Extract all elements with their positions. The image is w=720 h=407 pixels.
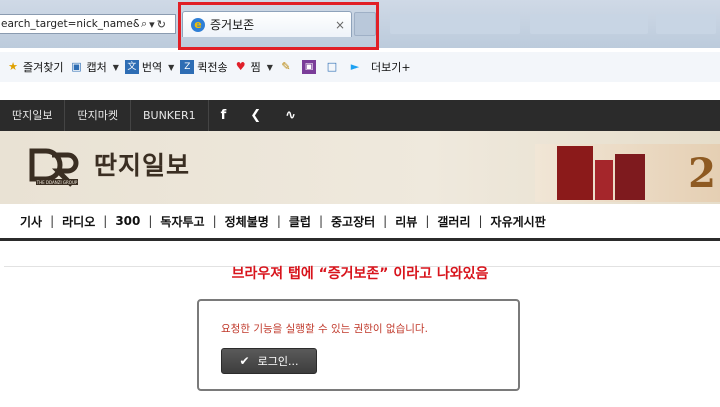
nav-radio[interactable]: 라디오 — [54, 213, 103, 230]
login-label: 로그인... — [257, 355, 299, 368]
quicksend-item[interactable]: Z 퀵전송 — [180, 59, 228, 75]
chevron-down-icon[interactable]: ▼ — [168, 63, 174, 72]
window-item[interactable]: □ — [325, 60, 342, 74]
nav-articles[interactable]: 기사 — [12, 213, 50, 230]
main-nav: 기사 | 라디오 | 300 | 독자투고 | 정체불명 | 클럽 | 중고장터 | 리뷰 | … — [0, 204, 720, 241]
rss-icon[interactable]: ∿ — [273, 100, 308, 131]
favorites-bar: ★ 즐겨찾기 ▣ 캡처 ▼ 文 번역 ▼ Z 퀵전송 ♥ 찜 ▼ ✎ ▣ □ ►… — [0, 52, 720, 83]
topnav-bunker1[interactable]: BUNKER1 — [131, 100, 209, 131]
search-icon[interactable]: ⌕ — [141, 17, 147, 31]
wishlist-item[interactable]: ♥ 찜 ▼ — [234, 59, 273, 75]
heart-icon: ♥ — [235, 60, 246, 73]
capture-icon: ▣ — [71, 60, 82, 73]
star-icon: ★ — [8, 60, 18, 73]
nav-review[interactable]: 리뷰 — [387, 213, 425, 230]
nav-free-board[interactable]: 자유게시판 — [483, 213, 554, 230]
chevron-down-icon[interactable]: ▼ — [267, 63, 273, 72]
topnav-ddanzi[interactable]: 딴지일보 — [0, 100, 66, 131]
logo-icon[interactable]: THE DDANZI GROUP — [28, 145, 86, 189]
favorites-label: 즐겨찾기 — [23, 61, 64, 74]
nav-unknown[interactable]: 정체불명 — [217, 213, 277, 230]
ad-text-glyph: 2 — [688, 150, 716, 197]
twitter-icon[interactable]: ❮ — [238, 100, 273, 131]
twitter-item[interactable]: ► — [348, 60, 365, 74]
site-top-nav: 딴지일보 딴지마켓 BUNKER1 f ❮ ∿ — [0, 100, 720, 131]
broom-icon: ✎ — [281, 60, 291, 73]
tab-background-2[interactable] — [530, 14, 648, 34]
translate-item[interactable]: 文 번역 ▼ — [124, 59, 174, 75]
topnav-market[interactable]: 딴지마켓 — [65, 100, 131, 131]
permission-dialog: 요청한 기능을 실행할 수 있는 권한이 없습니다. ✔ 로그인... — [197, 299, 520, 391]
book-icon: ▣ — [301, 60, 316, 74]
tab-active[interactable]: e 증거보존 × — [182, 11, 352, 37]
new-tab-button[interactable] — [354, 12, 376, 36]
capture-item[interactable]: ▣ 캡처 ▼ — [69, 59, 119, 75]
more-button[interactable]: 더보기+ — [371, 59, 411, 75]
dropdown-icon[interactable]: ▾ — [149, 18, 155, 31]
address-bar[interactable]: earch_target=nick_name&search ⌕ ▾ ↻ — [0, 14, 176, 34]
broom-item[interactable]: ✎ — [279, 60, 296, 74]
quicksend-label: 퀵전송 — [197, 61, 228, 74]
nav-club[interactable]: 클럽 — [281, 213, 319, 230]
nav-reader-posts[interactable]: 독자투고 — [152, 213, 212, 230]
wishlist-label: 찜 — [250, 61, 261, 74]
ad-product-image — [557, 146, 645, 200]
nav-used-market[interactable]: 중고장터 — [323, 213, 383, 230]
facebook-icon[interactable]: f — [209, 100, 239, 131]
tab-background-1[interactable] — [390, 14, 520, 34]
logo-tagline: THE DDANZI GROUP — [36, 180, 78, 185]
annotation-text: 브라우져 탭에 “증거보존” 이라고 나와있음 — [231, 266, 489, 282]
ad-banner[interactable]: 2 — [535, 144, 720, 202]
capture-label: 캡처 — [86, 61, 107, 74]
close-icon[interactable]: × — [335, 18, 345, 32]
permission-message: 요청한 기능을 실행할 수 있는 권한이 없습니다. — [221, 323, 428, 335]
login-button[interactable]: ✔ 로그인... — [221, 348, 317, 374]
book-item[interactable]: ▣ — [301, 60, 319, 74]
nav-300[interactable]: 300 — [107, 214, 148, 228]
page-top-gap — [0, 82, 720, 100]
chevron-down-icon[interactable]: ▼ — [113, 63, 119, 72]
window-icon: □ — [326, 60, 338, 73]
quicksend-icon: Z — [180, 60, 195, 74]
translate-icon: 文 — [124, 60, 139, 74]
address-text[interactable]: earch_target=nick_name&search — [0, 18, 139, 30]
twitter-icon: ► — [350, 60, 360, 73]
ie-icon: e — [191, 17, 205, 32]
tab-background-3[interactable] — [656, 14, 716, 34]
site-header: THE DDANZI GROUP 딴지일보 2 — [0, 131, 720, 204]
favorites-item[interactable]: ★ 즐겨찾기 — [6, 59, 63, 75]
nav-gallery[interactable]: 갤러리 — [429, 213, 478, 230]
refresh-icon[interactable]: ↻ — [157, 18, 166, 31]
browser-titlebar: earch_target=nick_name&search ⌕ ▾ ↻ e 증거… — [0, 0, 720, 50]
logo-text[interactable]: 딴지일보 — [94, 146, 190, 182]
check-icon: ✔ — [239, 354, 250, 368]
translate-label: 번역 — [141, 61, 163, 74]
tab-title: 증거보존 — [210, 18, 255, 32]
